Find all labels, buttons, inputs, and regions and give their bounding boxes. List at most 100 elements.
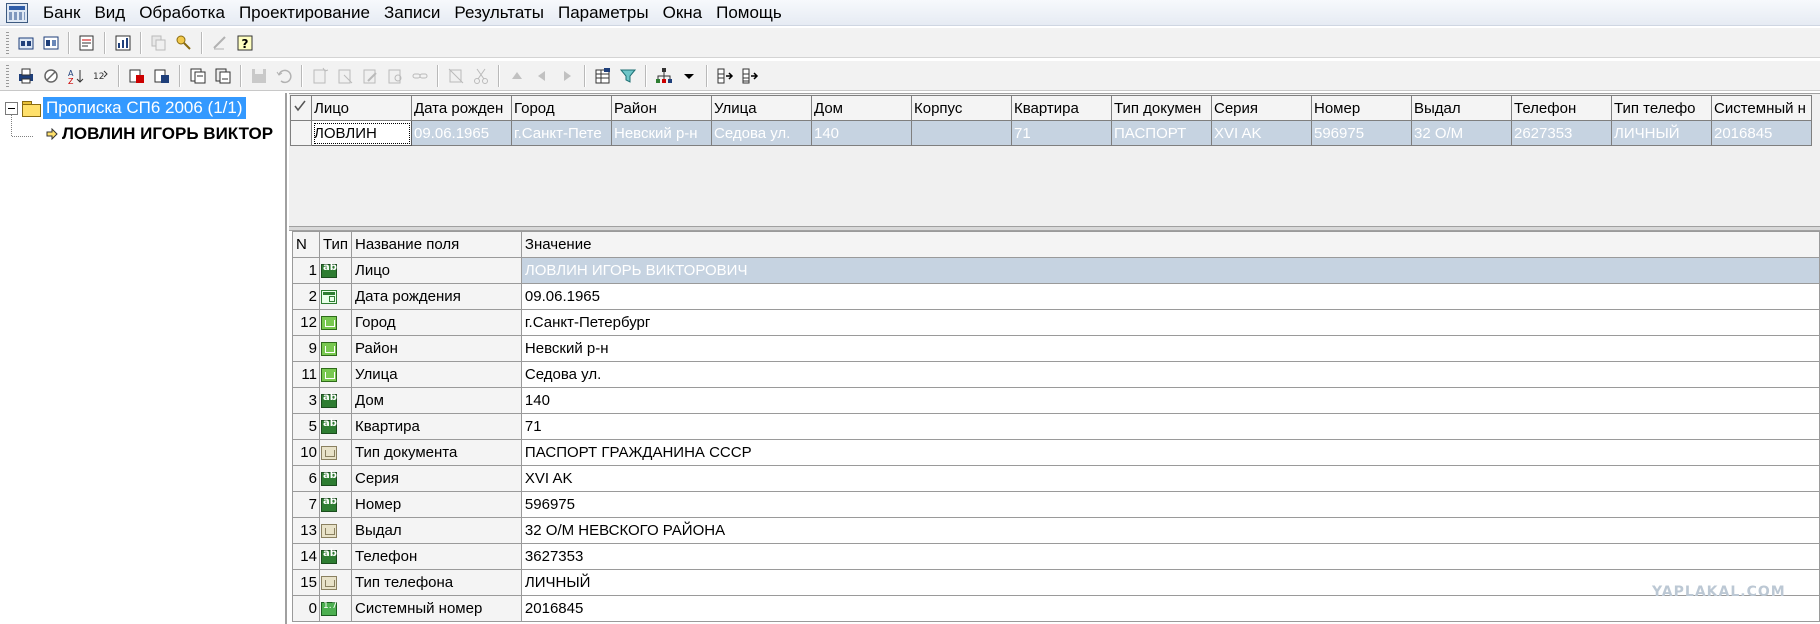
- menu-results[interactable]: Результаты: [447, 0, 551, 26]
- tree-root-label[interactable]: Прописка СП6 2006 (1/1): [43, 97, 246, 119]
- table-cell[interactable]: ЛОВЛИН: [311, 120, 412, 146]
- delete-record-icon[interactable]: [333, 64, 356, 88]
- link-icon[interactable]: [408, 64, 431, 88]
- move-left-icon[interactable]: [530, 64, 553, 88]
- table-row[interactable]: 1 Лицо ЛОВЛИН ИГОРЬ ВИКТОРОВИЧ: [292, 257, 1820, 284]
- collapse-icon[interactable]: [5, 101, 18, 115]
- column-header-value[interactable]: Значение: [520, 231, 1820, 258]
- table-cell[interactable]: 09.06.1965: [411, 120, 512, 146]
- filter-icon[interactable]: [616, 64, 639, 88]
- field-value[interactable]: Невский р-н: [520, 335, 1820, 362]
- table-cell[interactable]: Седова ул.: [711, 120, 812, 146]
- table-cell[interactable]: Невский р-н: [611, 120, 712, 146]
- table-cell[interactable]: 140: [811, 120, 912, 146]
- menu-processing[interactable]: Обработка: [132, 0, 232, 26]
- open-bank-icon[interactable]: [14, 31, 37, 55]
- field-value[interactable]: 3627353: [520, 543, 1820, 570]
- table-row[interactable]: 11 Улица Седова ул.: [292, 361, 1820, 388]
- table-row[interactable]: 15 Тип телефона ЛИЧНЫЙ: [292, 569, 1820, 596]
- column-header[interactable]: Город: [511, 95, 612, 121]
- table-cell[interactable]: [911, 120, 1012, 146]
- table-row[interactable]: 0 Системный номер 2016845: [292, 595, 1820, 622]
- save-icon[interactable]: [247, 64, 270, 88]
- table-cell[interactable]: 2016845: [1711, 120, 1812, 146]
- table-cell[interactable]: ПАСПОРТ: [1111, 120, 1212, 146]
- table-row[interactable]: 5 Квартира 71: [292, 413, 1820, 440]
- help-icon[interactable]: ?: [233, 31, 256, 55]
- report-icon[interactable]: [111, 31, 134, 55]
- select-all-checkbox[interactable]: [290, 95, 312, 121]
- cut-icon[interactable]: [469, 64, 492, 88]
- column-header-n[interactable]: N: [292, 231, 320, 258]
- field-value[interactable]: XVI AK: [520, 465, 1820, 492]
- numbering-icon[interactable]: 12: [89, 64, 112, 88]
- column-header[interactable]: Системный н: [1711, 95, 1812, 121]
- table-row[interactable]: 12 Город г.Санкт-Петербург: [292, 309, 1820, 336]
- table-cell[interactable]: 596975: [1311, 120, 1412, 146]
- table-row[interactable]: 7 Номер 596975: [292, 491, 1820, 518]
- cancel-circle-icon[interactable]: [39, 64, 62, 88]
- field-value[interactable]: ПАСПОРТ ГРАЖДАНИНА СССР: [520, 439, 1820, 466]
- menu-design[interactable]: Проектирование: [232, 0, 377, 26]
- field-value[interactable]: 140: [520, 387, 1820, 414]
- toolbar-grip[interactable]: [6, 31, 9, 54]
- field-value[interactable]: 32 О/М НЕВСКОГО РАЙОНА: [520, 517, 1820, 544]
- bank-list-icon[interactable]: [39, 31, 62, 55]
- insert-column-icon[interactable]: [713, 64, 736, 88]
- column-header[interactable]: Улица: [711, 95, 812, 121]
- row-checkbox[interactable]: [290, 120, 312, 146]
- tree-record-label[interactable]: ЛОВЛИН ИГОРЬ ВИКТОР: [62, 124, 273, 144]
- export-icon[interactable]: [125, 64, 148, 88]
- field-value[interactable]: ЛОВЛИН ИГОРЬ ВИКТОРОВИЧ: [520, 257, 1820, 284]
- table-row[interactable]: 3 Дом 140: [292, 387, 1820, 414]
- table-settings-icon[interactable]: [591, 64, 614, 88]
- menu-bank[interactable]: Банк: [36, 0, 87, 26]
- table-cell[interactable]: ЛИЧНЫЙ: [1611, 120, 1712, 146]
- menu-help[interactable]: Помощь: [709, 0, 789, 26]
- toolbar-grip[interactable]: [6, 64, 9, 87]
- table-row[interactable]: 10 Тип документа ПАСПОРТ ГРАЖДАНИНА СССР: [292, 439, 1820, 466]
- sign-icon[interactable]: [208, 31, 231, 55]
- table-cell[interactable]: 71: [1011, 120, 1112, 146]
- column-header[interactable]: Серия: [1211, 95, 1312, 121]
- move-up-icon[interactable]: [505, 64, 528, 88]
- table-cell[interactable]: г.Санкт-Пете: [511, 120, 612, 146]
- column-header[interactable]: Корпус: [911, 95, 1012, 121]
- copy-icon[interactable]: [147, 31, 170, 55]
- column-header-type[interactable]: Тип: [318, 231, 353, 258]
- menu-parameters[interactable]: Параметры: [551, 0, 656, 26]
- column-header-name[interactable]: Название поля: [351, 231, 522, 258]
- table-row[interactable]: 6 Серия XVI AK: [292, 465, 1820, 492]
- table-row[interactable]: 14 Телефон 3627353: [292, 543, 1820, 570]
- app-icon[interactable]: [6, 2, 28, 23]
- exclude-icon[interactable]: [444, 64, 467, 88]
- field-value[interactable]: Седова ул.: [520, 361, 1820, 388]
- column-header[interactable]: Телефон: [1511, 95, 1612, 121]
- table-cell[interactable]: 32 О/М: [1411, 120, 1512, 146]
- table-row[interactable]: 2 Дата рождения 09.06.1965: [292, 283, 1820, 310]
- field-value[interactable]: 596975: [520, 491, 1820, 518]
- field-value[interactable]: 2016845: [520, 595, 1820, 622]
- column-header[interactable]: Тип телефо: [1611, 95, 1712, 121]
- table-cell[interactable]: 2627353: [1511, 120, 1612, 146]
- tree-node-root[interactable]: Прописка СП6 2006 (1/1): [5, 97, 246, 119]
- column-header[interactable]: Район: [611, 95, 712, 121]
- table-row[interactable]: 9 Район Невский р-н: [292, 335, 1820, 362]
- column-header[interactable]: Дом: [811, 95, 912, 121]
- table-row[interactable]: ЛОВЛИН 09.06.1965 г.Санкт-Пете Невский р…: [290, 120, 1812, 146]
- edit-record-icon[interactable]: [358, 64, 381, 88]
- menu-view[interactable]: Вид: [87, 0, 132, 26]
- undo-icon[interactable]: [272, 64, 295, 88]
- dropdown-arrow-icon[interactable]: [677, 64, 700, 88]
- sort-icon[interactable]: AZ: [64, 64, 87, 88]
- column-header[interactable]: Выдал: [1411, 95, 1512, 121]
- document-paste-icon[interactable]: [211, 64, 234, 88]
- new-record-icon[interactable]: [308, 64, 331, 88]
- field-value[interactable]: г.Санкт-Петербург: [520, 309, 1820, 336]
- hierarchy-icon[interactable]: [652, 64, 675, 88]
- column-header[interactable]: Квартира: [1011, 95, 1112, 121]
- import-icon[interactable]: [150, 64, 173, 88]
- column-header[interactable]: Номер: [1311, 95, 1412, 121]
- table-cell[interactable]: XVI AK: [1211, 120, 1312, 146]
- print-icon[interactable]: [14, 64, 37, 88]
